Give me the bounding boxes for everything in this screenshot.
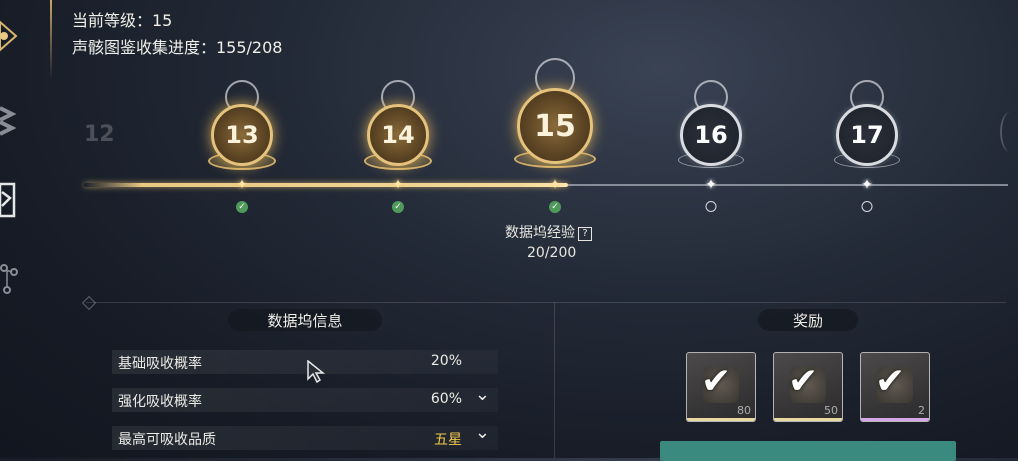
track-star-icon: ✦ <box>861 177 873 193</box>
reward-item[interactable]: ✔ 2 <box>860 352 930 422</box>
reward-item[interactable]: ✔ 50 <box>773 352 843 422</box>
level-badge: 14 <box>367 104 429 166</box>
left-sidebar <box>0 0 54 458</box>
info-row-value: 60% <box>430 391 462 407</box>
exp-title-label: 数据坞经验 <box>505 225 575 241</box>
completed-check-icon: ✓ <box>392 201 404 213</box>
level-node-14[interactable]: 14 ✦ ✓ <box>358 0 438 215</box>
level-number: 15 <box>534 108 576 144</box>
track-star-icon: ✦ <box>236 177 248 193</box>
reward-count: 50 <box>824 404 838 417</box>
info-row[interactable]: 最高可吸收品质 五星 ⌄ <box>112 422 498 450</box>
pending-circle-icon <box>861 201 873 212</box>
next-level-partial <box>1000 112 1018 152</box>
level-badge: 15 <box>517 88 593 164</box>
network-icon[interactable] <box>0 258 22 294</box>
current-level-text: 当前等级：15 <box>72 11 173 30</box>
level-node-17[interactable]: 17 ✦ <box>827 0 907 215</box>
progress-track-empty <box>568 184 1008 186</box>
info-row-value: 五星 <box>434 432 462 448</box>
claimed-check-icon: ✔ <box>701 361 732 402</box>
level-node-13[interactable]: 13 ✦ ✓ <box>202 0 282 215</box>
completed-check-icon: ✓ <box>236 201 248 213</box>
prev-level-partial: 12 <box>84 122 115 147</box>
chevron-down-icon[interactable]: ⌄ <box>475 422 490 443</box>
rarity-bar <box>774 418 842 421</box>
level-badge: 17 <box>836 104 898 166</box>
info-row-label: 强化吸收概率 <box>118 394 202 410</box>
compass-icon[interactable] <box>0 18 22 52</box>
info-row-label: 最高可吸收品质 <box>118 432 216 448</box>
rail-divider <box>50 0 52 80</box>
panel-divider-vertical <box>554 302 555 458</box>
level-node-15[interactable]: 15 ✦ ✓ <box>514 0 596 215</box>
stack-icon[interactable] <box>0 104 22 136</box>
exp-title: 数据坞经验? <box>505 222 592 242</box>
info-row: 基础吸收概率 20% <box>112 350 498 374</box>
level-badge: 13 <box>211 104 273 166</box>
pending-circle-icon <box>705 201 717 212</box>
divider-diamond-icon <box>81 295 97 311</box>
rarity-bar <box>687 418 755 421</box>
rewards-title: 奖励 <box>758 309 858 331</box>
level-number: 17 <box>850 121 884 149</box>
chevron-down-icon[interactable]: ⌄ <box>475 384 490 405</box>
level-badge: 16 <box>680 104 742 166</box>
info-row-value: 20% <box>430 353 462 369</box>
level-number: 13 <box>225 121 259 149</box>
panel-divider-top <box>86 302 1006 303</box>
level-node-16[interactable]: 16 ✦ <box>671 0 751 215</box>
claim-button[interactable] <box>660 441 956 461</box>
exp-value: 20/200 <box>527 245 577 261</box>
level-number: 14 <box>381 121 415 149</box>
reward-item[interactable]: ✔ 80 <box>686 352 756 422</box>
info-title: 数据坞信息 <box>228 309 382 331</box>
completed-check-icon: ✓ <box>549 201 561 213</box>
info-row[interactable]: 强化吸收概率 60% ⌄ <box>112 384 498 412</box>
info-row-label: 基础吸收概率 <box>118 356 202 372</box>
reward-count: 2 <box>918 404 925 417</box>
level-number: 16 <box>694 121 728 149</box>
data-bank-icon[interactable] <box>0 182 22 218</box>
track-star-icon: ✦ <box>705 177 717 193</box>
reward-count: 80 <box>737 404 751 417</box>
help-icon[interactable]: ? <box>578 227 592 241</box>
claimed-check-icon: ✔ <box>875 361 906 402</box>
track-star-icon: ✦ <box>392 177 404 193</box>
rarity-bar <box>861 418 929 421</box>
progress-track-filled <box>84 183 568 187</box>
claimed-check-icon: ✔ <box>788 361 819 402</box>
track-star-icon: ✦ <box>549 177 561 193</box>
